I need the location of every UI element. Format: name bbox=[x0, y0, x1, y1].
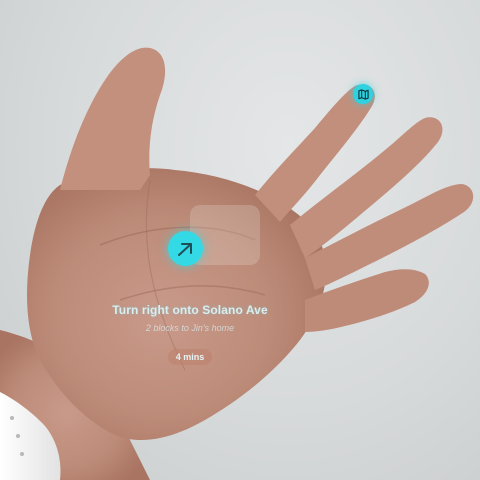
thumb bbox=[60, 47, 166, 191]
eta-badge: 4 mins bbox=[168, 349, 212, 365]
turn-instruction: Turn right onto Solano Ave bbox=[112, 303, 268, 317]
palm-projection-scene: Turn right onto Solano Ave 2 blocks to J… bbox=[0, 0, 480, 480]
hand-image bbox=[0, 47, 474, 480]
destination-info: 2 blocks to Jin's home bbox=[145, 323, 235, 333]
map-button[interactable] bbox=[353, 84, 373, 104]
arrow-right-icon bbox=[177, 242, 192, 256]
map-icon bbox=[357, 88, 369, 100]
direction-button[interactable] bbox=[168, 231, 203, 266]
